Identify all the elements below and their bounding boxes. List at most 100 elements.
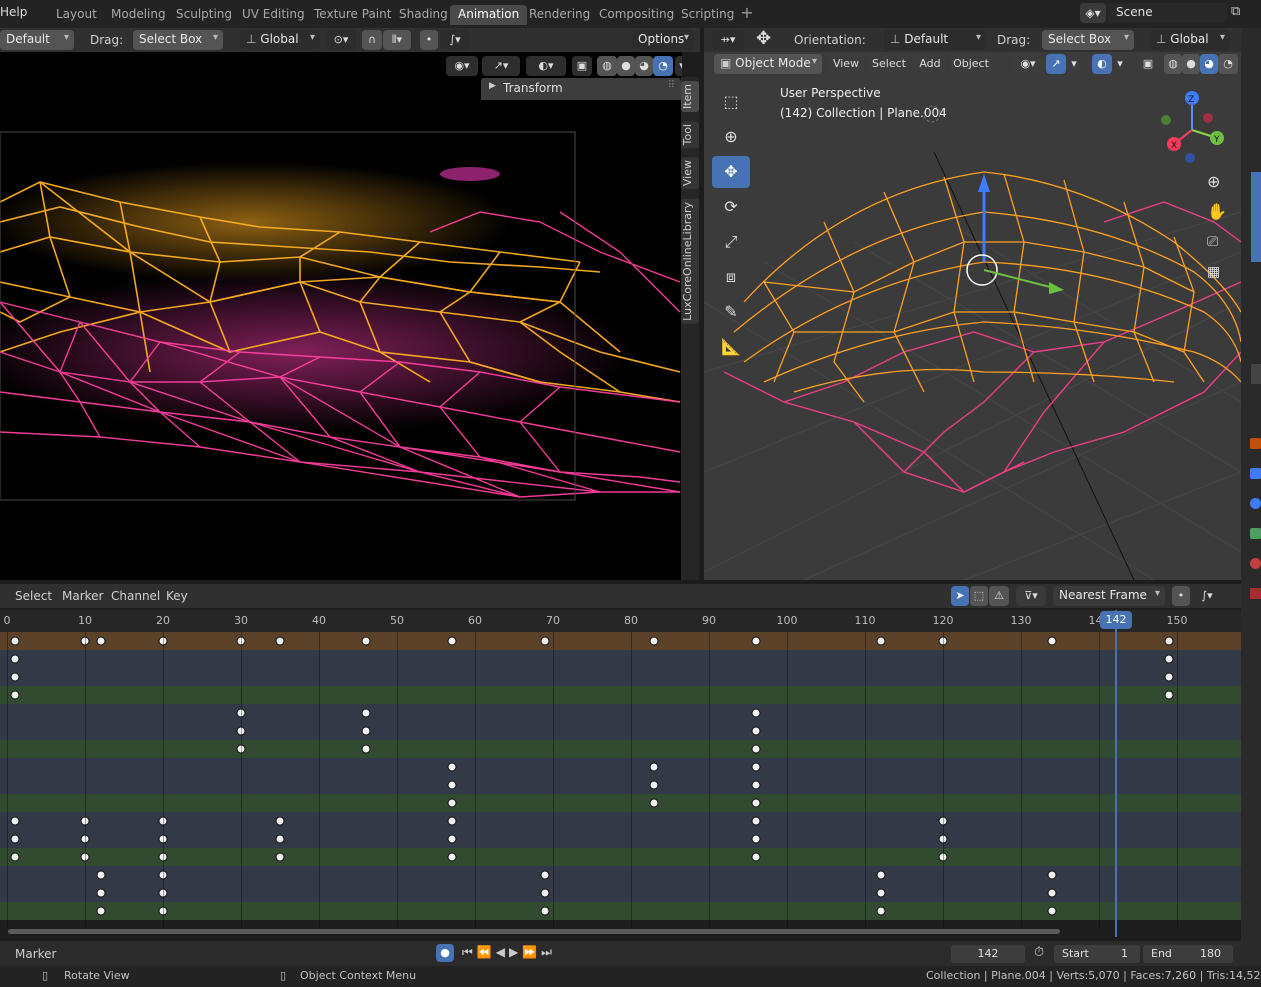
data-tab-icon[interactable] [1250, 528, 1261, 539]
dopesheet-channel-menu[interactable]: Channel [111, 589, 160, 603]
channel-row[interactable] [0, 866, 1241, 884]
keyframe[interactable] [751, 762, 761, 772]
tab-luxcore-online-library[interactable]: LuxCoreOnlineLibrary [681, 199, 699, 324]
end-frame-field[interactable]: End 180 [1143, 945, 1233, 963]
modifier-tab-icon[interactable] [1250, 468, 1261, 479]
tab-tool[interactable]: Tool [681, 121, 699, 149]
keyframe[interactable] [96, 906, 106, 916]
keyframe[interactable] [1047, 906, 1057, 916]
keyframe[interactable] [10, 816, 20, 826]
channel-row[interactable] [0, 776, 1241, 794]
keyframe[interactable] [447, 798, 457, 808]
keyframe[interactable] [361, 708, 371, 718]
tab-uv-editing[interactable]: UV Editing [234, 5, 313, 25]
drag-select-dropdown[interactable]: Select Box ▾ [1042, 30, 1134, 50]
keyframe[interactable] [10, 852, 20, 862]
overlay-toggle-icon[interactable]: ◐▾ [526, 56, 566, 76]
drag-select-dropdown[interactable]: Select Box ▾ [133, 30, 223, 50]
pan-hand-icon[interactable]: ✋ [1207, 202, 1227, 221]
keyframe[interactable] [447, 834, 457, 844]
keyframe[interactable] [751, 816, 761, 826]
keyframe[interactable] [649, 780, 659, 790]
show-hidden-icon[interactable]: ⬚ [970, 586, 988, 606]
snap-icon[interactable]: ∩ [362, 30, 382, 50]
dopesheet-marker-menu[interactable]: Marker [62, 589, 103, 603]
keyframe[interactable] [1047, 870, 1057, 880]
active-tool-icon[interactable]: ⇸▾ [712, 30, 744, 50]
view-menu[interactable]: View [828, 54, 864, 74]
keyframe[interactable] [649, 636, 659, 646]
keyframe[interactable] [649, 798, 659, 808]
orientation-dropdown[interactable]: ⊥ Default ▾ [884, 30, 986, 50]
render-viewport[interactable]: ◉▾ ↗▾ ◐▾ ▣ ◍ ● ◕ ◔ ▾ [0, 52, 682, 580]
texture-tab-icon[interactable] [1250, 588, 1261, 599]
channel-row[interactable] [0, 650, 1241, 668]
perspective-grid-icon[interactable]: ▦ [1207, 264, 1220, 280]
keyframe[interactable] [275, 852, 285, 862]
keyframe[interactable] [1047, 888, 1057, 898]
tab-rendering[interactable]: Rendering [521, 5, 598, 25]
keyframe[interactable] [447, 816, 457, 826]
tab-sculpting[interactable]: Sculpting [168, 5, 240, 25]
channel-row[interactable] [0, 704, 1241, 722]
keyframe[interactable] [540, 636, 550, 646]
material-shading-icon[interactable]: ◕ [1200, 54, 1218, 74]
scene-selector-icon[interactable]: ◈▾ [1080, 3, 1106, 23]
new-scene-icon[interactable]: ⧉ [1231, 4, 1240, 19]
start-frame-field[interactable]: Start 1 [1054, 945, 1140, 963]
material-tab-icon[interactable] [1250, 558, 1261, 569]
current-frame-field[interactable]: 142 [951, 945, 1025, 963]
tab-scripting[interactable]: Scripting [673, 5, 742, 25]
keyframe[interactable] [275, 636, 285, 646]
tab-compositing[interactable]: Compositing [591, 5, 682, 25]
keyframe[interactable] [876, 636, 886, 646]
keyframe[interactable] [1164, 654, 1174, 664]
visibility-icon[interactable]: ◉▾ [1012, 54, 1044, 74]
overlay-toggle-icon[interactable]: ◐ [1092, 54, 1112, 74]
tab-view[interactable]: View [681, 157, 699, 190]
keyframe[interactable] [10, 654, 20, 664]
solid-shading-icon[interactable]: ● [1182, 54, 1200, 74]
keyframe[interactable] [447, 636, 457, 646]
channel-row[interactable] [0, 902, 1241, 920]
channel-row[interactable] [0, 812, 1241, 830]
visibility-icon[interactable]: ◉▾ [446, 56, 478, 76]
channel-row[interactable] [0, 848, 1241, 866]
keyframe[interactable] [96, 888, 106, 898]
keyframe-area[interactable] [0, 632, 1241, 927]
tab-layout[interactable]: Layout [48, 5, 105, 25]
3d-viewport[interactable]: ▣ Object Mode ▾ View Select Add Object ◉▾… [704, 52, 1241, 580]
keymap-preset-dropdown[interactable]: Default ▾ [0, 30, 74, 50]
add-menu[interactable]: Add [914, 54, 946, 74]
keyframe[interactable] [751, 834, 761, 844]
chevron-down-icon[interactable]: ▾ [1112, 54, 1128, 74]
object-mode-dropdown[interactable]: ▣ Object Mode ▾ [714, 54, 822, 74]
camera-icon[interactable]: ⎚ [1207, 234, 1218, 250]
transform-panel-header[interactable]: ▶ Transform ⠿ [481, 78, 681, 100]
auto-keying-icon[interactable]: ● [436, 944, 454, 962]
rotate-icon[interactable]: ⟳ [712, 191, 750, 223]
channel-row[interactable] [0, 830, 1241, 848]
scene-name-field[interactable]: Scene [1108, 3, 1227, 23]
dopesheet-key-menu[interactable]: Key [166, 589, 188, 603]
snap-target-icon[interactable]: ⫴▾ [383, 30, 411, 50]
keyframe[interactable] [751, 636, 761, 646]
dopesheet-select-menu[interactable]: Select [15, 589, 52, 603]
keyframe[interactable] [751, 798, 761, 808]
keyframe[interactable] [751, 744, 761, 754]
keyframe[interactable] [876, 906, 886, 916]
playhead[interactable] [1115, 610, 1117, 937]
chevron-down-icon[interactable]: ▾ [1066, 54, 1082, 74]
keyframe[interactable] [447, 852, 457, 862]
keyframe[interactable] [751, 708, 761, 718]
keyframe[interactable] [96, 636, 106, 646]
keyframe[interactable] [275, 834, 285, 844]
select-box-icon[interactable]: ⬚ [712, 86, 750, 118]
gizmo-toggle-icon[interactable]: ↗▾ [482, 56, 520, 76]
add-workspace-button[interactable]: + [737, 4, 757, 24]
keyframe[interactable] [540, 870, 550, 880]
object-menu[interactable]: Object [950, 54, 992, 74]
filter-icon[interactable]: ⊽▾ [1016, 586, 1046, 606]
solid-shading-icon[interactable]: ● [617, 56, 635, 76]
tab-modeling[interactable]: Modeling [103, 5, 174, 25]
